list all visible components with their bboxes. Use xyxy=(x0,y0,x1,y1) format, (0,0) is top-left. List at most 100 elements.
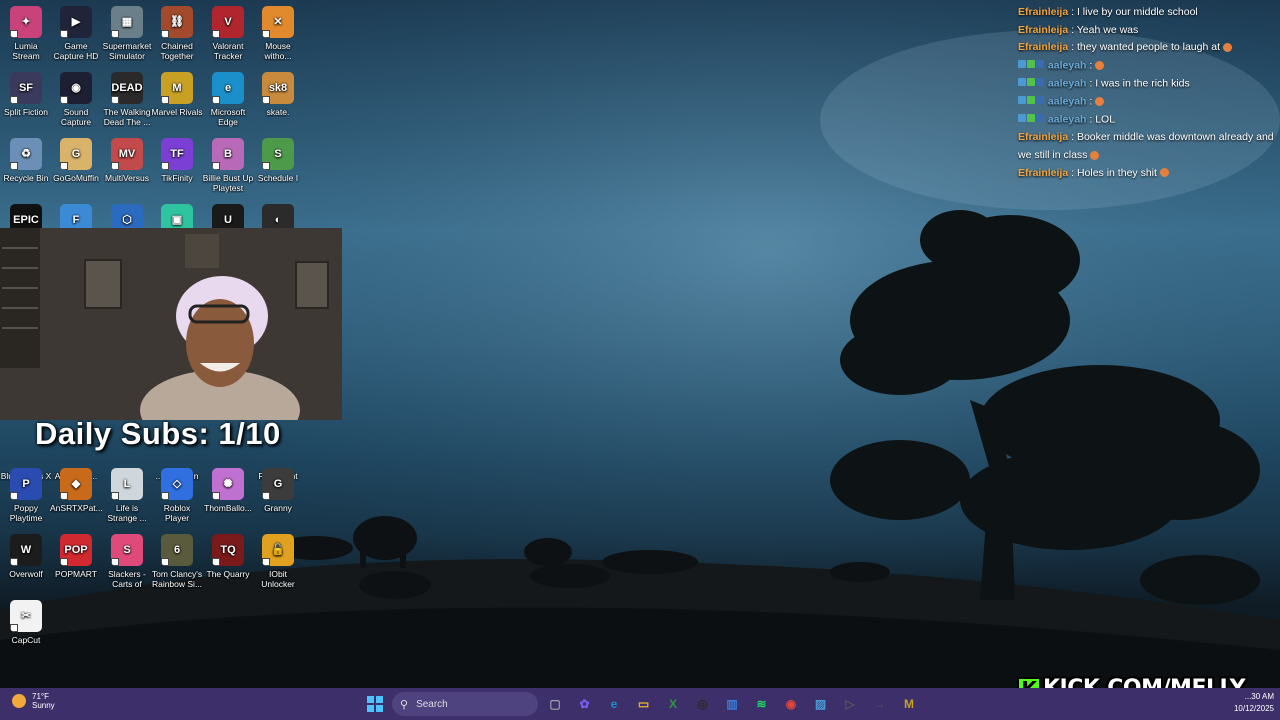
chat-username[interactable]: Efrainleija xyxy=(1018,41,1068,53)
desktop-icon-capcut[interactable]: ✂ CapCut xyxy=(0,596,52,662)
desktop-icon-roblox-player[interactable]: ◇ Roblox Player xyxy=(151,464,203,530)
desktop-icon-label: MultiVersus xyxy=(105,173,149,183)
arrow-app-icon[interactable]: → xyxy=(869,693,891,715)
weather-condition: Sunny xyxy=(32,701,55,710)
chrome-icon[interactable]: ◉ xyxy=(780,693,802,715)
desktop-icon-label: Mouse witho... xyxy=(264,41,292,61)
chat-username[interactable]: Efrainleija xyxy=(1018,24,1068,36)
desktop-icon-tom-clancy-s-rainbow-si[interactable]: 6 Tom Clancy's Rainbow Si... xyxy=(151,530,203,596)
chat-username[interactable]: Efrainleija xyxy=(1018,167,1068,179)
popmart-icon: POP xyxy=(60,534,92,566)
desktop-icon-split-fiction[interactable]: SF Split Fiction xyxy=(0,68,52,134)
desktop-icon-label: Life is Strange ... xyxy=(107,503,147,523)
webcam-feed xyxy=(0,228,342,420)
chat-emoji-icon xyxy=(1159,168,1169,178)
desktop-icon-the-quarry[interactable]: TQ The Quarry xyxy=(202,530,254,596)
chat-username[interactable]: aaleyah xyxy=(1048,59,1087,71)
spotify-icon[interactable]: ≋ xyxy=(751,693,773,715)
desktop-icon-label: The Quarry xyxy=(206,569,250,579)
sound-capture-icon: ◉ xyxy=(60,72,92,104)
desktop-icon-tikfinity[interactable]: TF TikFinity xyxy=(151,134,203,200)
edge-taskbar-icon[interactable]: e xyxy=(603,693,625,715)
chat-username[interactable]: aaleyah xyxy=(1048,114,1087,126)
photos-icon[interactable]: ▨ xyxy=(810,693,832,715)
clock-time: ...30 AM xyxy=(1244,692,1274,701)
slackers-carts-of-glory-icon: S xyxy=(111,534,143,566)
desktop-icon-valorant-tracker[interactable]: V Valorant Tracker xyxy=(202,2,254,68)
desktop-icon-lumia-stream[interactable]: ✦ Lumia Stream xyxy=(0,2,52,68)
microsoft-edge-icon: e xyxy=(212,72,244,104)
desktop-icon-granny[interactable]: G Granny xyxy=(252,464,304,530)
desktop-icon-slackers-carts-of-glory[interactable]: S Slackers - Carts of Glory xyxy=(101,530,153,596)
desktop-icon-poppy-playtime[interactable]: P Poppy Playtime xyxy=(0,464,52,530)
desktop-icon-label: Recycle Bin xyxy=(3,173,49,183)
desktop-icon-billie-bust-up-playtest[interactable]: B Billie Bust Up Playtest xyxy=(202,134,254,200)
granny-icon: G xyxy=(262,468,294,500)
task-view-icon[interactable]: ▢ xyxy=(544,693,566,715)
search-placeholder: Search xyxy=(416,698,448,710)
chat-username[interactable]: Efrainleija xyxy=(1018,131,1068,143)
desktop-icon-label: Sound Capture xyxy=(60,107,92,127)
chat-username[interactable]: aaleyah xyxy=(1048,78,1087,90)
desktop-icon-recycle-bin[interactable]: ♻ Recycle Bin xyxy=(0,134,52,200)
desktop-icon-label: Tom Clancy's Rainbow Si... xyxy=(151,569,203,589)
desktop-icon-iobit-unlocker[interactable]: 🔓 IObit Unlocker xyxy=(252,530,304,596)
desktop-icon-microsoft-edge[interactable]: e Microsoft Edge xyxy=(202,68,254,134)
chat-message: aaleyah : LOL xyxy=(1014,111,1278,129)
game-capture-hd-icon: ▶ xyxy=(60,6,92,38)
desktop-icon-marvel-rivals[interactable]: M Marvel Rivals xyxy=(151,68,203,134)
desktop-icon-chained-together[interactable]: ⛓ Chained Together xyxy=(151,2,203,68)
desktop-icon-supermarket-simulator[interactable]: ▦ Supermarket Simulator xyxy=(101,2,153,68)
chat-message: Efrainleija : Booker middle was downtown… xyxy=(1014,129,1278,164)
desktop-icon-thomballo[interactable]: ✺ ThomBallo... xyxy=(202,464,254,530)
desktop-icon-label: Supermarket Simulator xyxy=(102,41,152,61)
schedule-i-icon: S xyxy=(262,138,294,170)
system-tray[interactable]: ...30 AM 10/12/2025 xyxy=(1234,691,1274,715)
desktop-icon-multiversus[interactable]: MV MultiVersus xyxy=(101,134,153,200)
desktop-icon-popmart[interactable]: POP POPMART xyxy=(50,530,102,596)
desktop-icon-label: POPMART xyxy=(55,569,97,579)
file-explorer-icon[interactable]: ▭ xyxy=(633,693,655,715)
desktop-icon-schedule-i[interactable]: S Schedule I xyxy=(252,134,304,200)
desktop-icon-skate[interactable]: sk8 skate. xyxy=(252,68,304,134)
start-button[interactable] xyxy=(364,693,386,715)
weather-widget[interactable]: 71°F Sunny xyxy=(12,692,55,710)
desktop-icon-label: TikFinity xyxy=(161,173,193,183)
chat-username[interactable]: Efrainleija xyxy=(1018,6,1068,18)
obs-icon[interactable]: ◎ xyxy=(692,693,714,715)
marvel-taskbar-icon[interactable]: M xyxy=(898,693,920,715)
desktop-icon-overwolf[interactable]: W Overwolf xyxy=(0,530,52,596)
desktop-icon-sound-capture[interactable]: ◉ Sound Capture xyxy=(50,68,102,134)
desktop-icon-label: CapCut xyxy=(11,635,41,645)
daily-subs-counter: Daily Subs: 1/10 xyxy=(35,416,281,451)
valorant-tracker-icon: V xyxy=(212,6,244,38)
roblox-player-icon: ◇ xyxy=(161,468,193,500)
chat-message: Efrainleija : they wanted people to laug… xyxy=(1014,39,1278,57)
desktop-icon-game-capture-hd[interactable]: ▶ Game Capture HD xyxy=(50,2,102,68)
taskbar-search[interactable]: ⚲ Search xyxy=(392,692,538,716)
skate-icon: sk8 xyxy=(262,72,294,104)
desktop-icon-mouse-witho[interactable]: ✕ Mouse witho... xyxy=(252,2,304,68)
chat-text: : xyxy=(1086,59,1093,72)
desktop-icon-gogomuffin[interactable]: G GoGoMuffin xyxy=(50,134,102,200)
taskbar: 71°F Sunny ⚲ Search ▢ ✿ e ▭ X ◎ ▥ ≋ ◉ ▨ ▷ → M ...30 … xyxy=(0,688,1280,720)
store-icon[interactable]: ▥ xyxy=(721,693,743,715)
chat-text: : Yeah we was xyxy=(1068,23,1139,36)
chat-badges-icon xyxy=(1018,57,1045,75)
desktop-icon-ansrtxpat[interactable]: ◆ AnSRTXPat... xyxy=(50,464,102,530)
chat-message: aaleyah : xyxy=(1014,93,1278,111)
copilot-icon[interactable]: ✿ xyxy=(574,693,596,715)
chat-badges-icon xyxy=(1018,75,1045,93)
desktop-icon-the-walking-dead-the[interactable]: DEAD The Walking Dead The ... xyxy=(101,68,153,134)
windows-logo-icon xyxy=(367,696,383,712)
search-icon: ⚲ xyxy=(400,698,409,711)
chat-text: : Holes in they shit xyxy=(1068,166,1157,179)
chat-text: : I live by our middle school xyxy=(1068,6,1198,18)
xbox-icon[interactable]: X xyxy=(662,693,684,715)
life-is-strange-icon: L xyxy=(111,468,143,500)
media-player-icon[interactable]: ▷ xyxy=(839,693,861,715)
desktop-icon-life-is-strange[interactable]: L Life is Strange ... xyxy=(101,464,153,530)
chained-together-icon: ⛓ xyxy=(161,6,193,38)
chat-username[interactable]: aaleyah xyxy=(1048,96,1087,108)
mouse-witho-icon: ✕ xyxy=(262,6,294,38)
